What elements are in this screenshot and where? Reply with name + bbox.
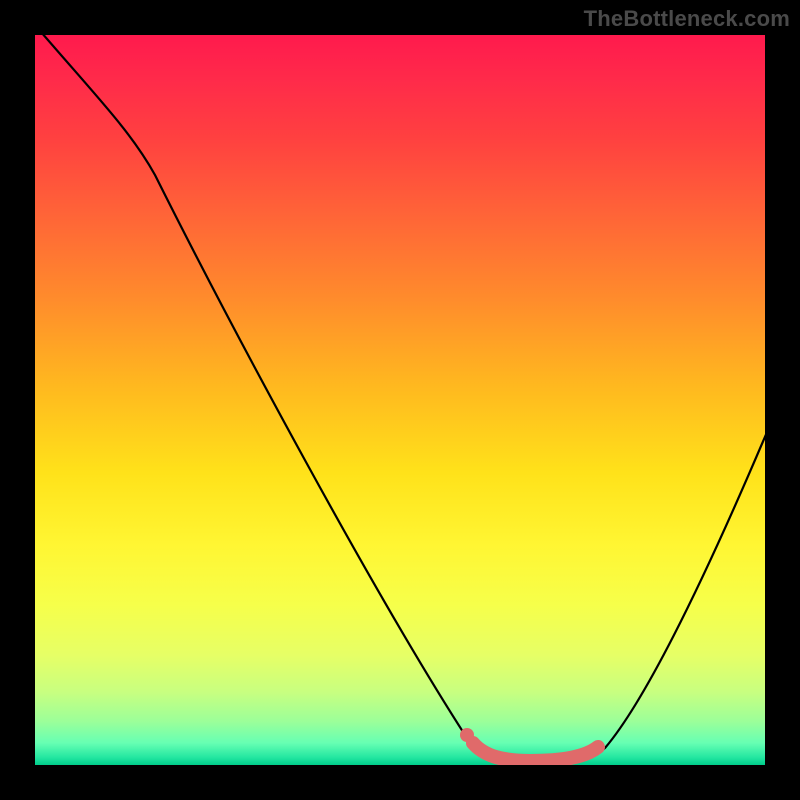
highlight-start-dot — [460, 728, 474, 742]
bottleneck-curve — [35, 35, 765, 765]
curve-highlight — [473, 743, 598, 761]
curve-path — [35, 35, 765, 763]
chart-frame: TheBottleneck.com — [0, 0, 800, 800]
watermark-text: TheBottleneck.com — [584, 6, 790, 32]
plot-area — [35, 35, 765, 765]
